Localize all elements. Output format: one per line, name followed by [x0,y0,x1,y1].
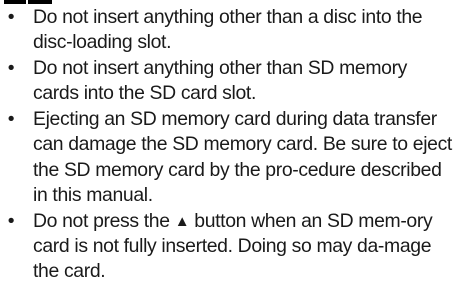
bullet-icon: • [7,209,15,232]
note-disc-slot: • Do not insert anything other than a di… [0,5,459,56]
bullet-icon: • [7,6,15,28]
note-text: Do not insert anything other than a disc… [33,6,423,54]
bullet-icon: • [7,108,15,131]
note-eject-button: • Do not press the ▲ button when an SD m… [0,209,459,285]
note-ejecting-card: • Ejecting an SD memory card during data… [0,107,459,208]
bullet-icon: • [7,57,15,80]
section-header-fragment [0,0,459,4]
header-rule [28,0,52,4]
eject-icon: ▲ [174,212,190,230]
note-text-before: Do not press the [33,209,175,232]
caution-badge [4,0,26,4]
note-text: Ejecting an SD memory card during data t… [33,108,452,207]
caution-notes-list: • Do not insert anything other than a di… [0,5,459,285]
note-sd-slot: • Do not insert anything other than SD m… [0,56,459,107]
note-text: Do not insert anything other than SD mem… [33,57,408,105]
